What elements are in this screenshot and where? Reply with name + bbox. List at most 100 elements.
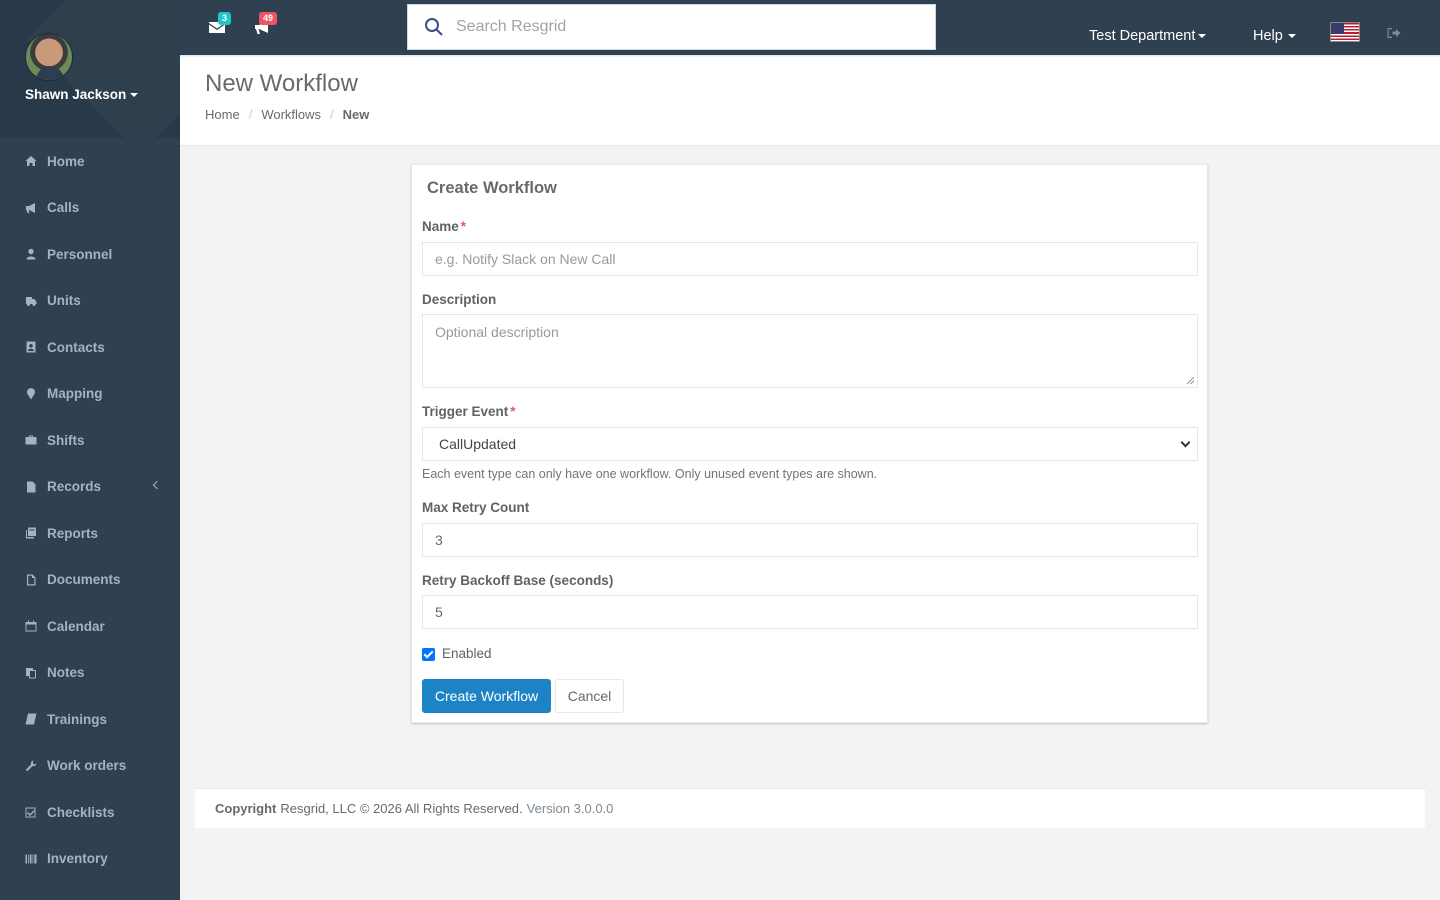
notes-icon (25, 667, 37, 679)
sidebar-item-label: Personnel (47, 246, 113, 262)
chevron-left-icon (152, 480, 162, 489)
enabled-checkbox[interactable] (422, 648, 435, 661)
search-input[interactable] (456, 18, 896, 36)
sidebar-item-label: Records (47, 479, 102, 495)
sidebar-item-label: Inventory (47, 851, 108, 867)
sidebar-item-label: Home (47, 153, 85, 169)
sidebar-item-label: Reports (47, 525, 99, 541)
sidebar-item-documents[interactable]: Documents (0, 557, 180, 604)
breadcrumb-home[interactable]: Home (205, 107, 240, 122)
footer-version: Version 3.0.0.0 (526, 801, 614, 816)
sidebar: Shawn Jackson Home Calls Personnel Units… (0, 0, 180, 900)
sidebar-item-work-orders[interactable]: Work orders (0, 743, 180, 790)
search-box (407, 4, 936, 50)
create-workflow-card: Create Workflow Name * e.g. Notify Slack … (411, 164, 1208, 723)
sidebar-item-label: Notes (47, 665, 85, 681)
avatar[interactable] (25, 33, 73, 81)
search-icon (424, 17, 444, 37)
sidebar-item-personnel[interactable]: Personnel (0, 231, 180, 278)
address-book-icon (25, 341, 37, 353)
sidebar-item-label: Calendar (47, 618, 105, 634)
reports-icon (25, 527, 37, 539)
briefcase-icon (25, 434, 37, 446)
description-textarea[interactable]: Optional description (422, 314, 1198, 388)
trigger-event-label: Trigger Event * (422, 404, 516, 419)
description-label: Description (422, 292, 497, 307)
create-workflow-button[interactable]: Create Workflow (422, 679, 551, 713)
user-icon (25, 248, 37, 260)
retry-backoff-label: Retry Backoff Base (seconds) (422, 573, 614, 588)
sidebar-item-reports[interactable]: Reports (0, 510, 180, 557)
sidebar-item-calls[interactable]: Calls (0, 185, 180, 232)
max-retry-label: Max Retry Count (422, 500, 530, 515)
sidebar-item-checklists[interactable]: Checklists (0, 789, 180, 836)
profile-panel: Shawn Jackson (0, 0, 180, 138)
breadcrumb: Home / Workflows / New (205, 107, 369, 122)
profile-menu-toggle[interactable]: Shawn Jackson (25, 87, 139, 102)
max-retry-value: 3 (435, 532, 443, 548)
page-title: New Workflow (205, 70, 358, 97)
sidebar-item-label: Units (47, 293, 81, 309)
name-input[interactable]: e.g. Notify Slack on New Call (422, 242, 1198, 276)
sidebar-item-notes[interactable]: Notes (0, 650, 180, 697)
sidebar-item-shifts[interactable]: Shifts (0, 417, 180, 464)
calls-button[interactable]: 49 (254, 12, 278, 39)
messages-button[interactable]: 3 (208, 12, 232, 36)
breadcrumb-workflows[interactable]: Workflows (261, 107, 321, 122)
sidebar-item-label: Work orders (47, 758, 127, 774)
sidebar-item-inventory[interactable]: Inventory (0, 836, 180, 883)
trigger-event-value: CallUpdated (439, 436, 517, 452)
retry-backoff-value: 5 (435, 604, 443, 620)
help-dropdown[interactable]: Help (1253, 28, 1296, 44)
breadcrumb-separator: / (248, 107, 253, 122)
sidebar-item-contacts[interactable]: Contacts (0, 324, 180, 371)
card-title: Create Workflow (427, 179, 557, 197)
footer-copyright-label: Copyright (215, 801, 277, 816)
profile-name: Shawn Jackson (25, 87, 127, 102)
enabled-row: Enabled (422, 645, 492, 661)
caret-down-icon (1198, 34, 1207, 39)
megaphone-icon (25, 202, 37, 214)
top-navbar: 3 49 Test Department Help (180, 0, 1440, 56)
map-marker-icon (25, 387, 37, 400)
sidebar-item-trainings[interactable]: Trainings (0, 696, 180, 743)
cancel-button[interactable]: Cancel (555, 679, 624, 713)
sidebar-item-calendar[interactable]: Calendar (0, 603, 180, 650)
sidebar-item-home[interactable]: Home (0, 138, 180, 185)
truck-icon (25, 295, 37, 307)
checklist-icon (25, 806, 37, 818)
retry-backoff-input[interactable]: 5 (422, 595, 1198, 629)
page-heading: New Workflow Home / Workflows / New (180, 57, 1440, 146)
file-icon (25, 481, 37, 493)
trigger-event-select[interactable]: CallUpdated (422, 427, 1198, 461)
max-retry-input[interactable]: 3 (422, 523, 1198, 557)
calls-count-badge: 49 (259, 12, 278, 25)
sidebar-item-mapping[interactable]: Mapping (0, 371, 180, 418)
enabled-label: Enabled (442, 645, 492, 661)
logout-button[interactable] (1387, 26, 1401, 38)
document-icon (25, 574, 37, 586)
name-label-text: Name (422, 219, 459, 234)
name-label: Name * (422, 219, 466, 234)
us-flag-icon[interactable] (1330, 22, 1360, 42)
sidebar-item-label: Contacts (47, 339, 105, 355)
calendar-icon (25, 620, 37, 632)
resize-handle[interactable] (1187, 377, 1194, 384)
book-icon (25, 713, 37, 725)
sidebar-item-records[interactable]: Records (0, 464, 180, 511)
caret-down-icon (130, 93, 139, 98)
department-dropdown[interactable]: Test Department (1089, 28, 1207, 44)
sign-out-icon (1387, 26, 1401, 42)
sidebar-item-label: Mapping (47, 386, 103, 402)
caret-down-icon (1287, 34, 1296, 39)
sidebar-item-units[interactable]: Units (0, 278, 180, 325)
required-mark: * (510, 404, 516, 419)
footer-text: Resgrid, LLC © 2026 All Rights Reserved. (280, 801, 523, 816)
name-placeholder: e.g. Notify Slack on New Call (435, 251, 616, 267)
messages-count-badge: 3 (218, 12, 232, 25)
sidebar-item-label: Calls (47, 200, 80, 216)
megaphone-icon (254, 21, 272, 39)
wrench-icon (25, 760, 37, 772)
breadcrumb-current: New (342, 107, 370, 122)
home-icon (25, 155, 37, 167)
